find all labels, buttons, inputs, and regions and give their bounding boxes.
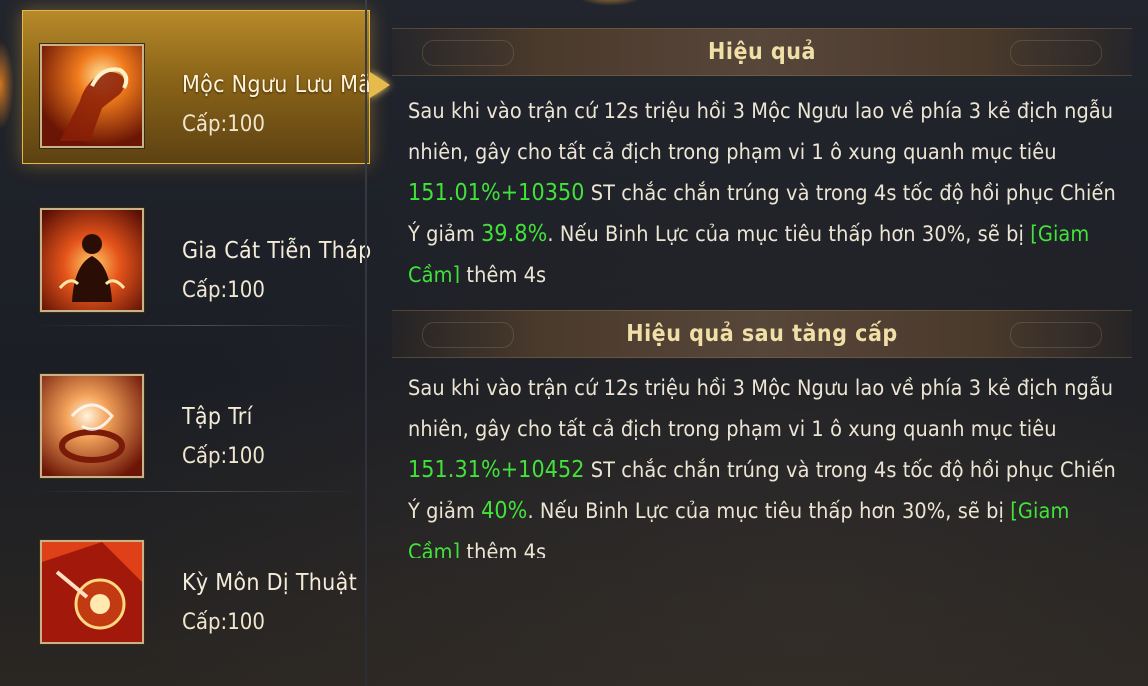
desc-text: Sau khi vào trận cứ 12s triệu hồi 3 Mộc … <box>408 99 1114 165</box>
skill-level: Cấp:100 <box>182 278 265 303</box>
skill-name: Tập Trí <box>182 404 253 430</box>
skill-name: Gia Cát Tiễn Tháp <box>182 238 372 264</box>
damage-value: 151.01%+10350 <box>408 180 585 206</box>
reduction-value: 40% <box>481 498 528 524</box>
skill-name: Kỳ Môn Dị Thuật <box>182 570 357 596</box>
skill-list: Mộc Ngưu Lưu Mã Cấp:100 Gia Cát Tiễn Thá… <box>22 0 372 686</box>
skill-item-gia-cat-tien-thap[interactable]: Gia Cát Tiễn Tháp Cấp:100 <box>22 176 372 326</box>
upgrade-title: Hiệu quả sau tăng cấp <box>626 321 898 347</box>
skill-level: Cấp:100 <box>182 112 265 137</box>
skill-item-tap-tri[interactable]: Tập Trí Cấp:100 <box>22 342 370 492</box>
sidebar-divider <box>365 0 367 686</box>
reduction-value: 39.8% <box>481 221 548 247</box>
desc-text: thêm 4s <box>460 263 547 283</box>
skill-item-ky-mon-di-thuat[interactable]: Kỳ Môn Dị Thuật Cấp:100 <box>22 508 370 658</box>
skill-name: Mộc Ngưu Lưu Mã <box>182 72 372 98</box>
upgrade-panel: Hiệu quả sau tăng cấp Sau khi vào trận c… <box>392 310 1132 560</box>
desc-text: . Nếu Binh Lực của mục tiêu thấp hơn 30%… <box>527 499 1011 524</box>
desc-text: thêm 4s <box>460 540 547 558</box>
divider <box>32 491 360 492</box>
upgrade-description: Sau khi vào trận cứ 12s triệu hồi 3 Mộc … <box>408 368 1118 558</box>
desc-text: Sau khi vào trận cứ 12s triệu hồi 3 Mộc … <box>408 376 1114 442</box>
divider <box>32 325 360 326</box>
rune-disc-icon <box>40 540 144 644</box>
top-ornament <box>575 0 645 6</box>
desc-text: . Nếu Binh Lực của mục tiêu thấp hơn 30%… <box>547 222 1031 247</box>
skill-level: Cấp:100 <box>182 444 265 469</box>
effect-header: Hiệu quả <box>392 28 1132 76</box>
damage-value: 151.31%+10452 <box>408 457 585 483</box>
edge-glow <box>0 40 14 130</box>
figure-flame-icon <box>40 208 144 312</box>
swirl-orb-icon <box>40 374 144 478</box>
effect-panel: Hiệu quả Sau khi vào trận cứ 12s triệu h… <box>392 28 1132 288</box>
effect-title: Hiệu quả <box>708 39 816 65</box>
fist-flame-icon <box>40 44 144 148</box>
skill-item-moc-nguu-luu-ma[interactable]: Mộc Ngưu Lưu Mã Cấp:100 <box>22 10 372 164</box>
skill-level: Cấp:100 <box>182 610 265 635</box>
effect-description: Sau khi vào trận cứ 12s triệu hồi 3 Mộc … <box>408 91 1118 283</box>
upgrade-header: Hiệu quả sau tăng cấp <box>392 310 1132 358</box>
